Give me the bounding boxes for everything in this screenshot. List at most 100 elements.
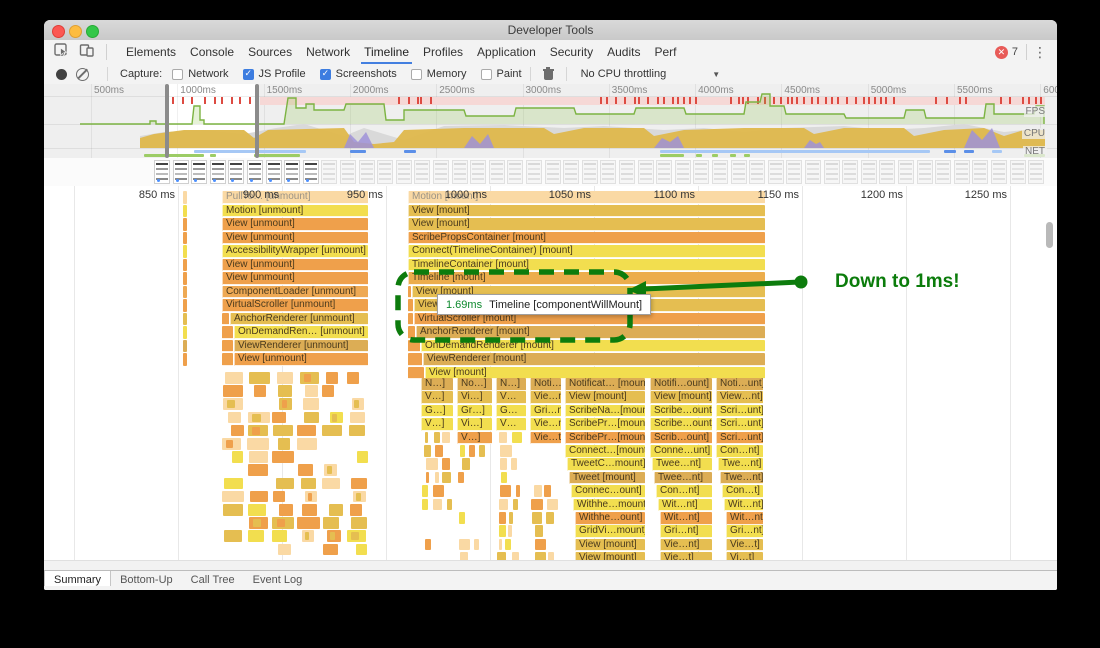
flame-fragment[interactable] — [303, 398, 320, 410]
flame-fragment[interactable] — [250, 491, 268, 503]
flame-fragment[interactable] — [500, 485, 511, 497]
flame-bar-mount-small[interactable]: Notifi…ount] — [650, 378, 712, 391]
screenshot-thumbnail[interactable] — [991, 160, 1007, 184]
flame-fragment[interactable] — [326, 372, 338, 384]
flame-fragment[interactable] — [509, 512, 513, 524]
flame-fragment[interactable] — [227, 400, 235, 408]
flame-bar-mount-small[interactable]: Scri…unt] — [716, 418, 763, 431]
flame-fragment[interactable] — [249, 372, 270, 384]
screenshot-thumbnail[interactable] — [693, 160, 709, 184]
flame-fragment[interactable] — [225, 372, 243, 384]
flame-fragment[interactable] — [254, 385, 267, 397]
screenshot-filmstrip[interactable] — [44, 158, 1057, 187]
flame-fragment[interactable] — [426, 472, 430, 484]
flame-bar-mount-small[interactable]: Scribe…ount] — [650, 418, 712, 431]
flame-bar-mount-small[interactable]: Gri…nt] — [726, 525, 763, 538]
screenshot-thumbnail[interactable] — [470, 160, 486, 184]
flame-bar-mount[interactable]: ViewRenderer [mount] — [423, 353, 765, 366]
flame-fragment[interactable] — [350, 504, 362, 516]
flame-fragment[interactable] — [508, 525, 512, 537]
flame-fragment[interactable] — [500, 445, 512, 457]
tab-application[interactable]: Application — [470, 41, 543, 64]
flame-bar-mount-small[interactable]: Vie…t] — [530, 432, 561, 445]
flame-bar-mount-small[interactable]: TweetC…mount] — [567, 458, 645, 471]
flame-fragment[interactable] — [442, 472, 451, 484]
screenshot-thumbnail[interactable] — [1028, 160, 1044, 184]
flame-fragment[interactable] — [351, 478, 368, 490]
flame-bar-mount-small[interactable]: Con…nt] — [656, 485, 712, 498]
flame-bar-mount[interactable]: Timeline [mount] — [408, 272, 765, 285]
flame-fragment[interactable] — [297, 438, 317, 450]
screenshot-thumbnail[interactable] — [284, 160, 300, 184]
screenshot-thumbnail[interactable] — [712, 160, 728, 184]
screenshot-thumbnail[interactable] — [228, 160, 244, 184]
flame-bar-mount-small[interactable]: Vi…] — [457, 391, 492, 404]
flame-bar-mount-small[interactable]: G… — [496, 405, 526, 418]
tab-console[interactable]: Console — [183, 41, 241, 64]
flame-fragment[interactable] — [248, 464, 268, 476]
screenshot-thumbnail[interactable] — [656, 160, 672, 184]
screenshot-thumbnail[interactable] — [675, 160, 691, 184]
flame-bar-mount-small[interactable]: Vi…] — [457, 418, 492, 431]
flame-fragment[interactable] — [499, 512, 506, 524]
flame-fragment[interactable] — [435, 445, 443, 457]
screenshot-thumbnail[interactable] — [303, 160, 319, 184]
flame-fragment[interactable] — [280, 480, 287, 488]
flame-bar-mount-small[interactable]: Vi…t] — [726, 552, 763, 560]
flame-bar-mount-small[interactable]: Vie…nt] — [530, 418, 561, 431]
flame-bar-unmount[interactable]: ComponentLoader [unmount] — [222, 286, 368, 299]
flame-bar-mount-small[interactable]: ScribeNa…[mount] — [565, 405, 645, 418]
flame-bar-mount-small[interactable]: G…] — [421, 405, 453, 418]
flame-fragment[interactable] — [304, 374, 311, 382]
checkbox-checked[interactable] — [243, 69, 254, 80]
flame-fragment[interactable] — [534, 485, 542, 497]
flame-bar-unmount[interactable]: OnDemandRen… [unmount] — [234, 326, 368, 339]
flame-bar-mount-small[interactable]: Withhe…ount] — [575, 512, 645, 525]
flame-bar-mount[interactable]: View [mount] — [408, 205, 765, 218]
flame-fragment[interactable] — [459, 512, 465, 524]
flame-fragment[interactable] — [272, 530, 287, 542]
flame-fragment[interactable] — [499, 432, 506, 444]
flame-fragment[interactable] — [474, 539, 478, 551]
flame-bar-mount[interactable]: ScribePropsContainer [mount] — [408, 232, 765, 245]
device-toolbar-icon[interactable] — [79, 43, 94, 62]
flame-fragment[interactable] — [422, 499, 428, 511]
screenshot-thumbnail[interactable] — [954, 160, 970, 184]
tab-perf[interactable]: Perf — [647, 41, 683, 64]
tab-profiles[interactable]: Profiles — [416, 41, 470, 64]
flame-bar-mount-small[interactable]: V… — [496, 391, 526, 404]
flame-bar-mount-small[interactable]: Tweet [mount] — [569, 472, 645, 485]
flame-bar-unmount[interactable]: Motion [unmount] — [222, 205, 368, 218]
trash-icon[interactable] — [543, 68, 554, 80]
error-badge[interactable]: ✕ 7 — [995, 46, 1018, 59]
flame-fragment[interactable] — [433, 499, 442, 511]
screenshot-thumbnail[interactable] — [898, 160, 914, 184]
flame-fragment[interactable] — [308, 493, 313, 501]
flame-bar-mount-small[interactable]: Con…t] — [722, 485, 763, 498]
flame-fragment[interactable] — [222, 491, 244, 503]
flame-bar-mount-small[interactable]: V…] — [421, 391, 453, 404]
screenshot-thumbnail[interactable] — [731, 160, 747, 184]
screenshot-thumbnail[interactable] — [563, 160, 579, 184]
flame-fragment[interactable] — [323, 517, 339, 529]
checkbox-checked[interactable] — [320, 69, 331, 80]
screenshot-thumbnail[interactable] — [861, 160, 877, 184]
flame-bar-unmount[interactable]: View [unmount] — [234, 353, 368, 366]
flame-fragment[interactable] — [548, 552, 554, 560]
flame-fragment[interactable] — [505, 539, 511, 551]
flame-bar-mount-small[interactable]: Twee…nt] — [654, 472, 712, 485]
flame-fragment[interactable] — [297, 425, 316, 437]
flame-fragment[interactable] — [305, 532, 310, 540]
flame-bar-mount-small[interactable]: View…nt] — [716, 391, 763, 404]
flame-fragment[interactable] — [433, 485, 444, 497]
screenshot-thumbnail[interactable] — [600, 160, 616, 184]
flame-fragment[interactable] — [546, 512, 554, 524]
record-button[interactable] — [56, 69, 67, 80]
flame-fragment[interactable] — [275, 493, 280, 501]
flame-fragment[interactable] — [357, 451, 368, 463]
flame-fragment[interactable] — [499, 499, 508, 511]
flame-bar-mount-small[interactable]: Twe…nt] — [718, 458, 763, 471]
screenshot-thumbnail[interactable] — [768, 160, 784, 184]
flame-fragment[interactable] — [277, 519, 286, 527]
screenshot-thumbnail[interactable] — [377, 160, 393, 184]
